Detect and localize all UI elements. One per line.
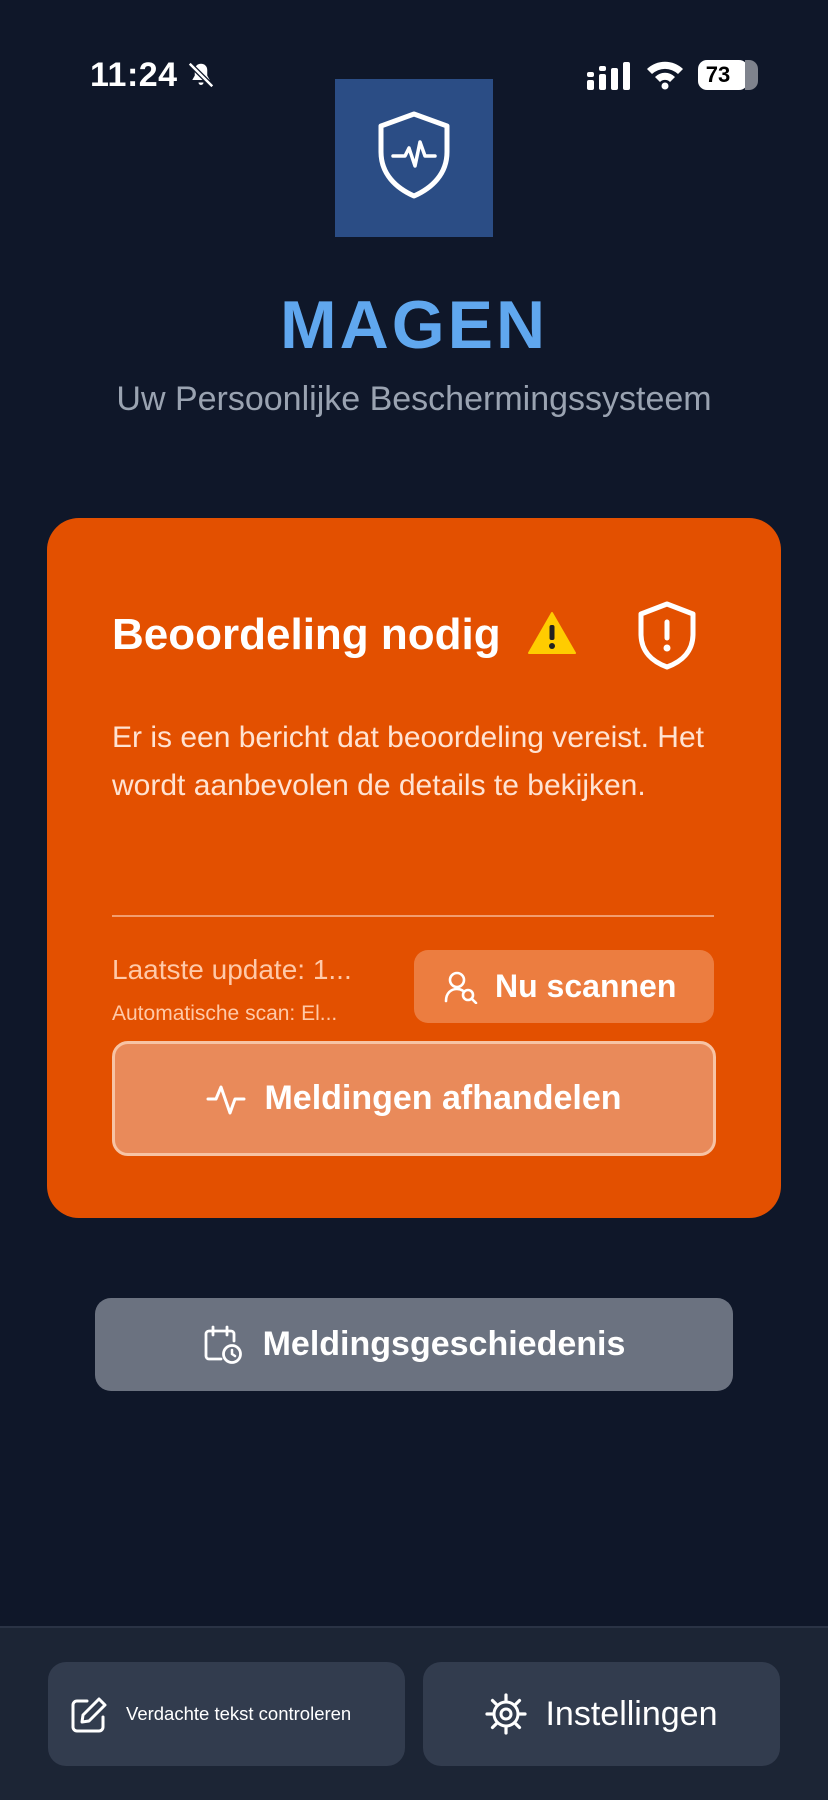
scan-now-button[interactable]: Nu scannen: [414, 950, 714, 1023]
status-time: 11:24: [90, 56, 178, 94]
scan-now-label: Nu scannen: [495, 968, 677, 1004]
bell-slash-icon: [187, 61, 215, 89]
gear-icon: [485, 1693, 528, 1735]
shield-heartbeat-icon: [378, 111, 450, 199]
alert-history-label: Meldingsgeschiedenis: [262, 1325, 626, 1363]
card-message: Er is een bericht dat beoordeling vereis…: [112, 721, 704, 802]
settings-button[interactable]: Instellingen: [423, 1662, 780, 1766]
card-title: Beoordeling nodig: [112, 610, 501, 659]
user-search-icon: [444, 971, 478, 1004]
wifi-icon: [647, 61, 683, 90]
auto-scan-text: Automatische scan: El...: [112, 1002, 338, 1025]
card-divider: [112, 915, 714, 917]
edit-icon: [71, 1697, 107, 1733]
app-subtitle: Uw Persoonlijke Beschermingssysteem: [116, 380, 712, 418]
handle-alerts-label: Meldingen afhandelen: [264, 1079, 622, 1117]
check-suspicious-text-button[interactable]: Verdachte tekst controleren: [48, 1662, 405, 1766]
activity-icon: [206, 1085, 246, 1114]
battery-tip: [751, 70, 755, 80]
alert-card: Beoordeling nodig Er is een bericht dat …: [47, 518, 781, 1218]
calendar-clock-icon: [204, 1325, 242, 1364]
app-title: MAGEN: [279, 287, 549, 363]
last-update-text: Laatste update: 1...: [112, 954, 352, 985]
warning-icon: [528, 612, 576, 654]
battery-icon: 73: [698, 60, 758, 90]
shield-alert-icon: [638, 601, 696, 670]
cellular-signal-icon: [587, 62, 630, 90]
bottom-bar: Verdachte tekst controleren Instellingen: [0, 1626, 828, 1800]
battery-level: 73: [705, 62, 731, 87]
settings-label: Instellingen: [545, 1694, 718, 1733]
handle-alerts-content: Meldingen afhandelen: [115, 1044, 713, 1153]
alert-history-button[interactable]: Meldingsgeschiedenis: [95, 1298, 733, 1391]
app-logo: [335, 79, 493, 237]
check-suspicious-text-label: Verdachte tekst controleren: [126, 1703, 352, 1724]
handle-alerts-button[interactable]: Meldingen afhandelen: [112, 1041, 716, 1156]
